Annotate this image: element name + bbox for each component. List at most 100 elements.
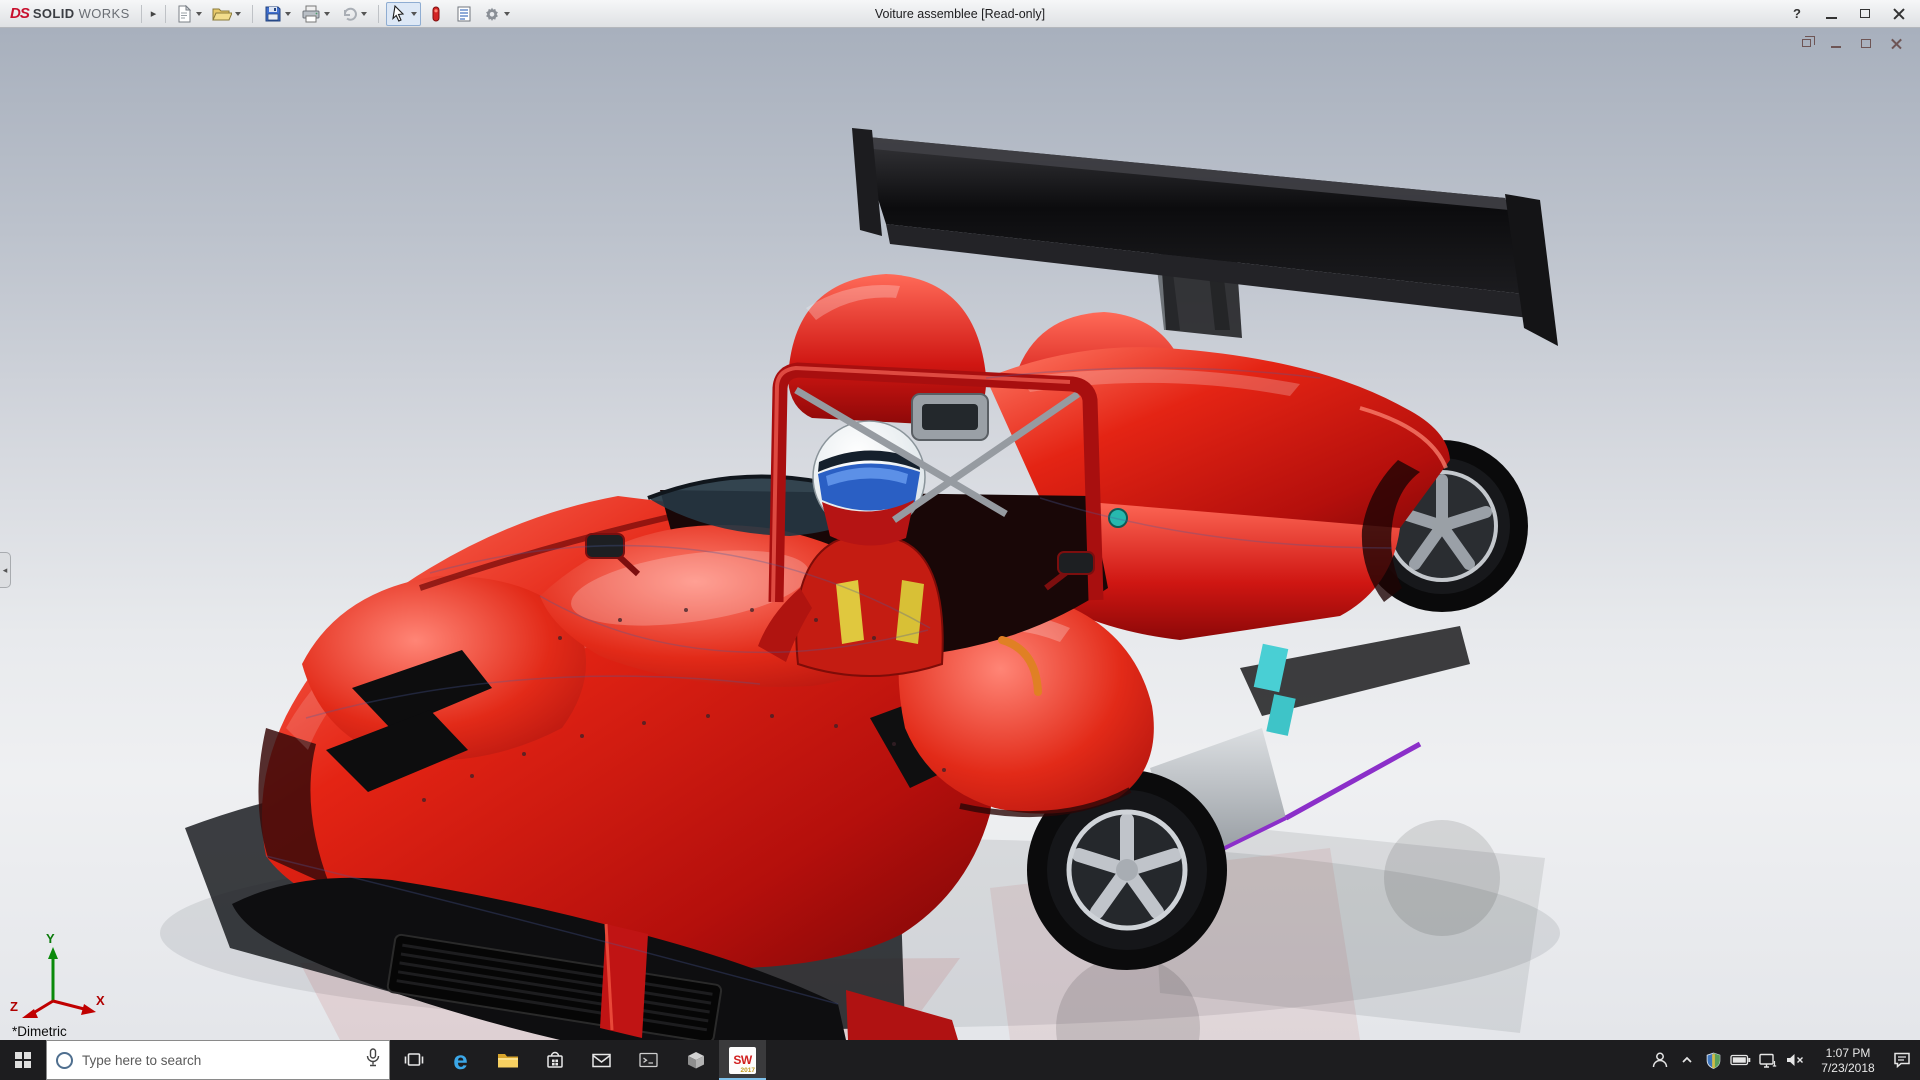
save-button[interactable] — [260, 2, 295, 26]
start-button[interactable] — [0, 1040, 46, 1080]
new-document-icon — [175, 5, 193, 23]
options-button[interactable] — [479, 2, 514, 26]
save-icon — [264, 5, 282, 23]
dropdown-caret[interactable] — [361, 12, 367, 16]
doc-close-button[interactable] — [1888, 36, 1904, 50]
help-button[interactable]: ? — [1780, 0, 1814, 27]
standard-toolbar — [171, 2, 514, 26]
person-icon — [1650, 1050, 1670, 1070]
divider — [165, 5, 166, 23]
store-button[interactable] — [531, 1040, 578, 1080]
file-explorer-button[interactable] — [484, 1040, 531, 1080]
viewport-3d[interactable]: ◂ Y X Z *Dimetric — [0, 28, 1920, 1040]
minimize-icon — [1831, 46, 1841, 48]
car-assembly-render — [0, 28, 1920, 1040]
doc-restore-button[interactable] — [1798, 36, 1814, 50]
orientation-triad: Y X Z — [8, 923, 108, 1018]
help-glyph: ? — [1793, 6, 1801, 21]
minimize-icon — [1826, 17, 1837, 19]
view-orientation-label: *Dimetric — [12, 1024, 67, 1039]
toolbar-flyout-arrow[interactable]: ▸ — [147, 7, 161, 20]
shield-icon — [1705, 1052, 1722, 1069]
ds-logo-icon: DS — [10, 5, 29, 22]
mail-button[interactable] — [578, 1040, 625, 1080]
undo-button[interactable] — [336, 2, 371, 26]
dropdown-caret[interactable] — [196, 12, 202, 16]
file-properties-button[interactable] — [451, 2, 477, 26]
restore-icon — [1802, 39, 1811, 47]
store-icon — [544, 1049, 566, 1071]
search-input[interactable] — [82, 1053, 357, 1068]
dropdown-caret[interactable] — [504, 12, 510, 16]
triad-x-label: X — [96, 993, 105, 1008]
panel-collapse-tab[interactable]: ◂ — [0, 552, 11, 588]
edge-icon: e — [453, 1047, 467, 1073]
dropdown-caret[interactable] — [285, 12, 291, 16]
desktop: DS SOLID WORKS ▸ — [0, 0, 1920, 1080]
maximize-icon — [1860, 9, 1870, 18]
solidworks-app-button[interactable]: SW 2017 — [719, 1040, 766, 1080]
doc-minimize-button[interactable] — [1828, 36, 1844, 50]
undo-icon — [340, 5, 358, 23]
network-tray-button[interactable] — [1754, 1040, 1781, 1080]
maximize-icon — [1861, 39, 1871, 48]
network-icon — [1758, 1052, 1777, 1069]
people-button[interactable] — [1646, 1040, 1673, 1080]
close-button[interactable] — [1882, 0, 1916, 27]
open-button[interactable] — [208, 2, 245, 26]
terminal-icon — [637, 1049, 660, 1071]
close-icon — [1891, 38, 1902, 49]
print-icon — [301, 5, 321, 23]
system-tray: 1:07 PM 7/23/2018 — [1646, 1040, 1920, 1080]
clock-time: 1:07 PM — [1808, 1046, 1888, 1061]
taskbar-clock[interactable]: 1:07 PM 7/23/2018 — [1808, 1045, 1888, 1076]
speaker-icon — [1785, 1052, 1805, 1068]
edge-browser-button[interactable]: e — [437, 1040, 484, 1080]
microphone-icon[interactable] — [366, 1048, 380, 1072]
divider — [252, 5, 253, 23]
dropdown-caret[interactable] — [411, 12, 417, 16]
window-controls: ? — [1780, 0, 1916, 27]
select-cursor-icon — [390, 5, 408, 23]
minimize-button[interactable] — [1814, 0, 1848, 27]
action-center-icon — [1892, 1050, 1912, 1070]
document-window-controls — [1798, 36, 1904, 50]
app-titlebar: DS SOLID WORKS ▸ — [0, 0, 1920, 28]
mail-icon — [590, 1049, 613, 1071]
gear-icon — [483, 5, 501, 23]
close-icon — [1893, 8, 1905, 20]
divider — [378, 5, 379, 23]
open-folder-icon — [212, 5, 232, 23]
action-center-button[interactable] — [1888, 1040, 1915, 1080]
maximize-button[interactable] — [1848, 0, 1882, 27]
rebuild-button[interactable] — [423, 2, 449, 26]
print-button[interactable] — [297, 2, 334, 26]
new-document-button[interactable] — [171, 2, 206, 26]
cortana-icon — [56, 1052, 73, 1069]
cube-app-icon — [685, 1049, 707, 1071]
volume-tray-button[interactable] — [1781, 1040, 1808, 1080]
select-tool-button[interactable] — [386, 2, 421, 26]
battery-tray-button[interactable] — [1727, 1040, 1754, 1080]
sw-label: SW — [733, 1053, 751, 1067]
brand-works: WORKS — [79, 6, 130, 21]
edrawings-app-button[interactable] — [672, 1040, 719, 1080]
chevron-up-icon — [1679, 1052, 1695, 1068]
solidworks-app-icon: SW 2017 — [729, 1047, 756, 1074]
task-view-button[interactable] — [390, 1040, 437, 1080]
collapse-arrow-icon: ◂ — [3, 565, 8, 576]
triad-z-label: Z — [10, 999, 18, 1014]
task-view-icon — [403, 1049, 425, 1071]
dropdown-caret[interactable] — [324, 12, 330, 16]
taskbar-search[interactable] — [46, 1040, 390, 1080]
defender-tray-button[interactable] — [1700, 1040, 1727, 1080]
windows-logo-icon — [15, 1052, 31, 1068]
sw-year-label: 2017 — [741, 1067, 755, 1074]
hidden-icons-button[interactable] — [1673, 1040, 1700, 1080]
terminal-app-button[interactable] — [625, 1040, 672, 1080]
brand-solid: SOLID — [33, 6, 75, 21]
dropdown-caret[interactable] — [235, 12, 241, 16]
windows-taskbar: e SW 2017 — [0, 1040, 1920, 1080]
solidworks-logo: DS SOLID WORKS — [4, 5, 136, 22]
doc-maximize-button[interactable] — [1858, 36, 1874, 50]
